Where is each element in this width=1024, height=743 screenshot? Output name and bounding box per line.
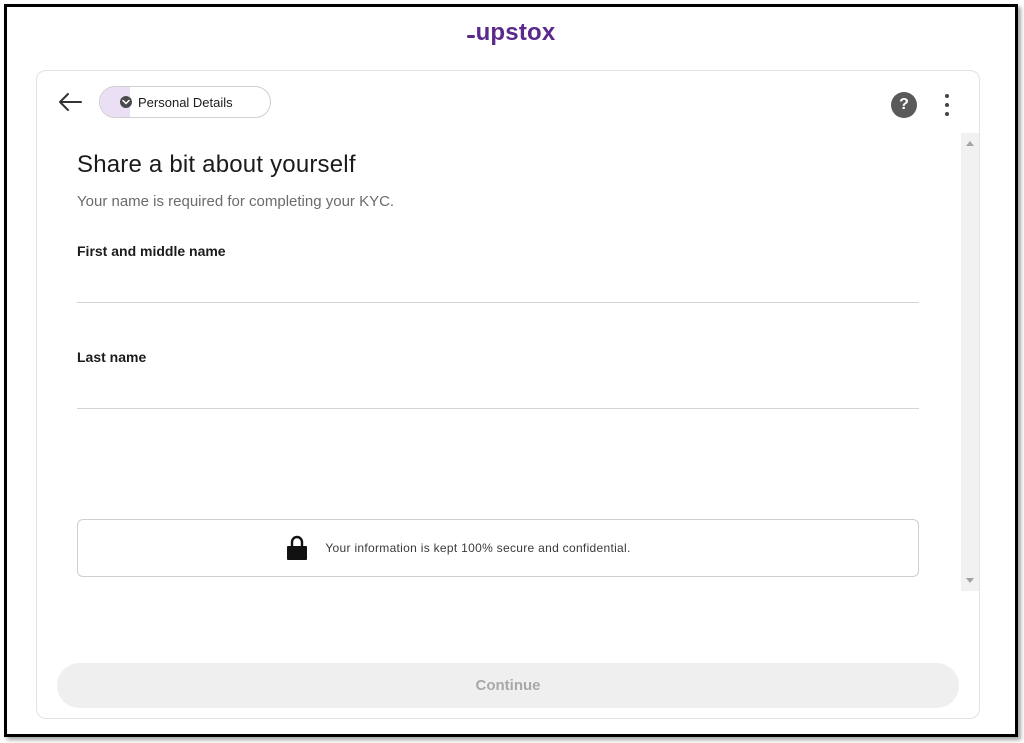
scroll-up-icon[interactable] (966, 141, 974, 146)
help-button[interactable]: ? (891, 92, 917, 118)
page-title: Share a bit about yourself (77, 151, 356, 178)
app-window: upstox Personal Details ? Share a bit ab… (4, 4, 1018, 737)
logo-mark (466, 35, 475, 39)
card-header: Personal Details ? (37, 71, 979, 131)
chevron-down-icon (120, 96, 132, 108)
brand-name: upstox (475, 19, 556, 46)
security-note-text: Your information is kept 100% secure and… (325, 541, 631, 555)
brand-logo: upstox (7, 19, 1015, 47)
last-name-input[interactable] (77, 369, 919, 409)
kebab-dot (945, 112, 949, 116)
content-scrollbar[interactable] (961, 133, 979, 591)
arrow-left-icon (59, 93, 82, 111)
form-card: Personal Details ? Share a bit about you… (36, 70, 980, 719)
first-name-input[interactable] (77, 263, 919, 303)
step-chip-label: Personal Details (138, 94, 233, 110)
kebab-dot (945, 94, 949, 98)
security-notice: Your information is kept 100% secure and… (77, 519, 919, 577)
kebab-dot (945, 103, 949, 107)
lock-icon (287, 535, 308, 560)
last-name-field-group: Last name (77, 349, 919, 417)
more-options-button[interactable] (941, 91, 953, 119)
scroll-down-icon[interactable] (966, 578, 974, 583)
back-button[interactable] (57, 91, 83, 113)
question-icon: ? (899, 96, 909, 113)
first-name-label: First and middle name (77, 243, 226, 259)
first-name-field-group: First and middle name (77, 243, 919, 311)
page-subtitle: Your name is required for completing you… (77, 193, 395, 210)
step-chip: Personal Details (99, 86, 271, 118)
form-content: Share a bit about yourself Your name is … (77, 133, 919, 593)
last-name-label: Last name (77, 349, 147, 365)
continue-button[interactable]: Continue (57, 663, 959, 708)
